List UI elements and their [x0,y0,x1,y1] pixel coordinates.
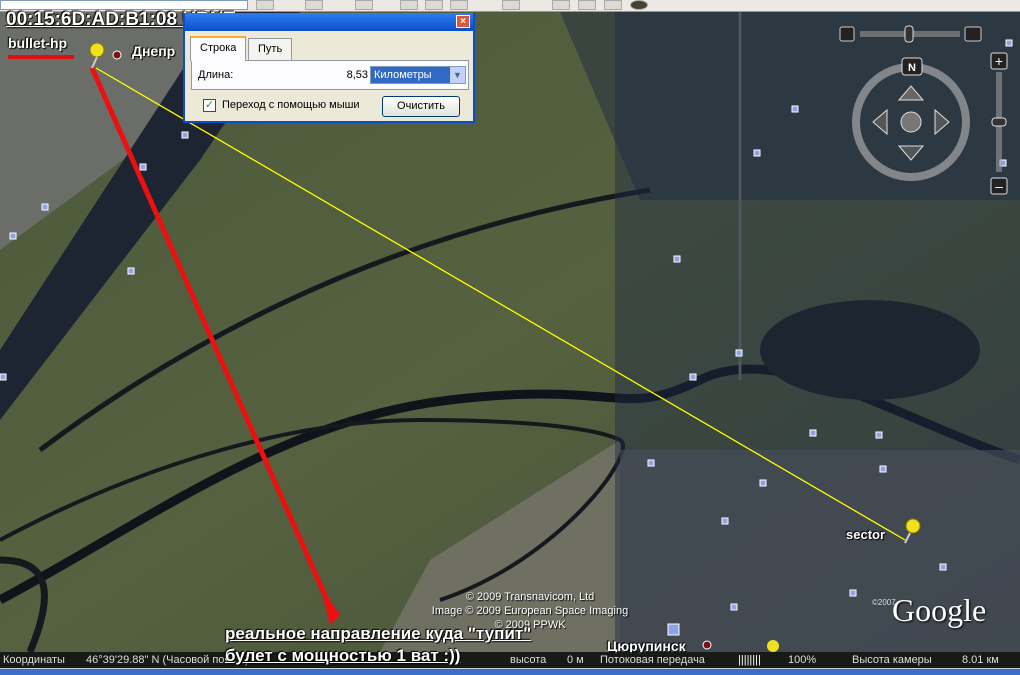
bullet-label[interactable]: bullet-hp [8,35,67,51]
length-label: Длина: [198,69,234,81]
sky-icon[interactable] [630,0,648,10]
tab-path[interactable]: Путь [248,38,293,61]
ruler-tool-icon[interactable] [502,0,520,10]
caption-line-2: булет с мощностью 1 ват :)) [225,646,461,665]
unit-select[interactable]: Километры ▼ [370,66,466,84]
mouse-nav-label[interactable]: Переход с помощью мыши [222,99,360,111]
clear-button[interactable]: Очистить [382,96,460,117]
pan-left-icon[interactable] [872,108,888,136]
chevron-down-icon[interactable]: ▼ [450,67,465,83]
city-dot-dnepr [112,50,122,60]
zoom-slider-handle[interactable] [991,117,1007,127]
caption-line-1: реальное направление куда "тупит" [225,624,532,643]
tour-tool-icon[interactable] [450,0,468,10]
bullet-underline [8,55,74,59]
center-joystick-icon[interactable] [900,111,922,133]
streaming-percent: 100% [788,654,817,666]
status-bar: Координаты 46°39'29.88" N (Часовой пояс.… [0,652,1020,668]
north-label: N [908,62,916,74]
maps-icon[interactable] [604,0,622,10]
navigation-controls: N + – [836,20,1020,200]
place-label-dnepr[interactable]: Днепр [132,43,175,59]
overlay-tool-icon[interactable] [425,0,443,10]
dialog-titlebar[interactable]: × [185,13,473,31]
pan-up-icon[interactable] [897,85,925,101]
placemark-tool-icon[interactable] [305,0,323,10]
pushpin-icon [767,640,779,652]
credit-line: © 2009 Transnavicom, Ltd [465,591,595,603]
coords-label: Координаты [3,654,65,666]
camera-altitude-value: 8.01 км [962,654,999,666]
google-logo: Google [892,592,987,628]
plus-icon: + [995,53,1003,69]
tilt-slider-handle[interactable] [904,25,914,43]
mouse-nav-checkbox[interactable]: ✓ [203,99,216,112]
credit-line: Image © 2009 European Space Imaging [431,605,629,617]
path-tool-icon[interactable] [400,0,418,10]
elevation-label: высота [510,654,547,666]
streaming-bar: |||||||| [738,654,761,666]
ruler-panel: Длина: 8,53 Километры ▼ [191,60,469,90]
city-dot-tsyurupinsk [702,640,712,650]
length-value: 8,53 [346,69,368,81]
pan-down-icon[interactable] [897,145,925,161]
camera-altitude-label: Высота камеры [852,654,932,666]
unit-value: Километры [374,69,432,81]
tab-line[interactable]: Строка [190,36,247,61]
polygon-tool-icon[interactable] [355,0,373,10]
elevation-value: 0 м [567,654,584,666]
look-reset-icon[interactable] [839,26,855,42]
sector-label[interactable]: sector [846,527,885,542]
email-icon[interactable] [552,0,570,10]
print-icon[interactable] [578,0,596,10]
minus-icon: – [995,178,1003,194]
close-icon[interactable]: × [456,15,470,28]
search-icon[interactable] [256,0,274,10]
ruler-dialog: × Строка Путь Длина: 8,53 Километры ▼ ✓ П… [183,13,475,123]
streaming-label: Потоковая передача [600,654,705,666]
taskbar [0,668,1020,675]
pan-right-icon[interactable] [934,108,950,136]
tilt-icon[interactable] [964,26,982,42]
